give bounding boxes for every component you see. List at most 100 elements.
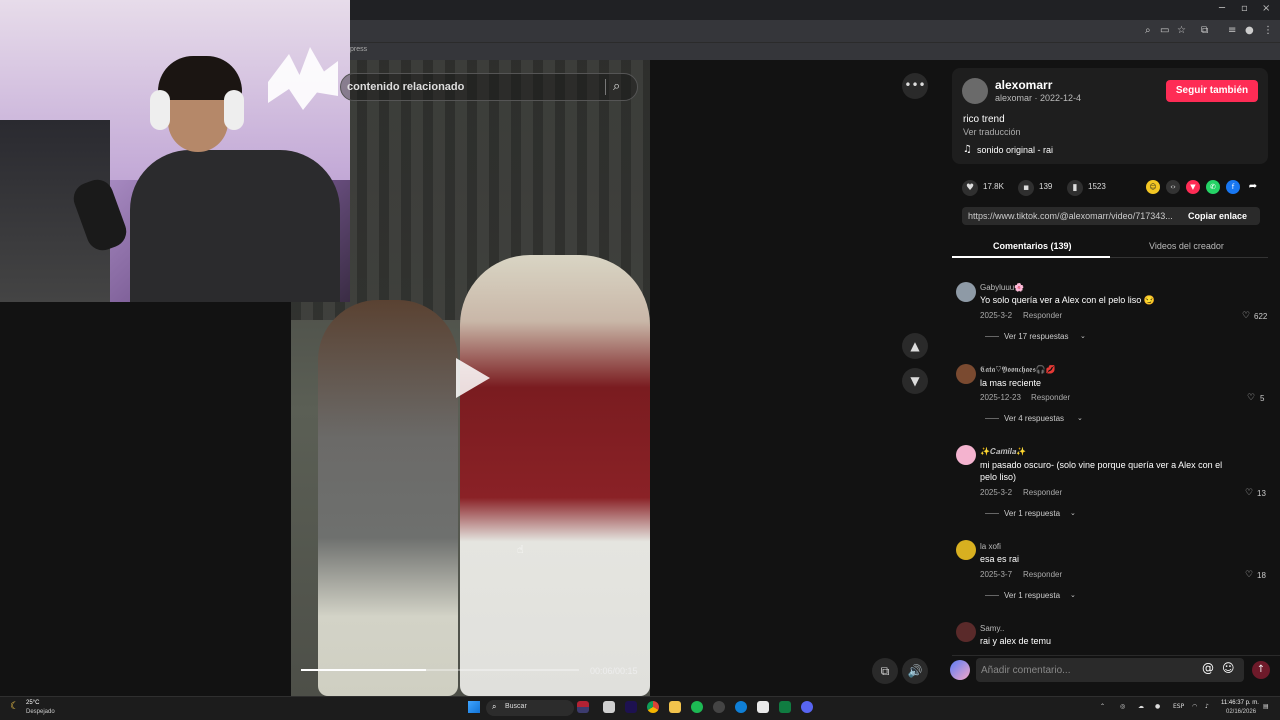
view-replies-button[interactable]: Ver 4 respuestas xyxy=(1004,414,1064,423)
start-button[interactable] xyxy=(468,701,480,713)
heart-icon[interactable]: ♡ xyxy=(1245,488,1253,498)
cast-icon[interactable]: ▭ xyxy=(1160,25,1169,36)
reply-button[interactable]: Responder xyxy=(1023,488,1062,497)
comment-avatar[interactable] xyxy=(956,540,976,560)
comment-avatar[interactable] xyxy=(956,445,976,465)
premiere-icon[interactable] xyxy=(625,701,637,713)
send-icon[interactable]: ▼ xyxy=(1186,180,1200,194)
media-icon[interactable]: ≡ xyxy=(1228,25,1236,36)
browser-tab[interactable] xyxy=(350,0,910,20)
mic-icon[interactable]: ● xyxy=(1155,703,1160,710)
share-arrow-icon[interactable]: ➦ xyxy=(1246,180,1260,194)
weather-temp[interactable]: 25°C xyxy=(26,700,39,706)
mention-icon[interactable]: @ xyxy=(1202,661,1214,675)
video-url[interactable]: https://www.tiktok.com/@alexomarr/video/… xyxy=(968,211,1178,221)
notifications-icon[interactable]: ▤ xyxy=(1263,703,1269,710)
friends-share-icon[interactable]: ☺ xyxy=(1146,180,1160,194)
chevron-down-icon[interactable]: ⌄ xyxy=(1080,332,1086,340)
profile-icon[interactable]: ● xyxy=(1245,25,1254,36)
see-translation-link[interactable]: Ver traducción xyxy=(963,127,1021,137)
emoji-icon[interactable]: ☺ xyxy=(1222,661,1235,675)
chevron-up-icon[interactable]: ⌃ xyxy=(1100,703,1105,710)
cloud-icon[interactable]: ☁ xyxy=(1138,703,1144,710)
comment-date: 2025-12-23 xyxy=(980,393,1021,402)
maximize-button[interactable]: ▫ xyxy=(1241,3,1248,14)
address-bar[interactable] xyxy=(350,20,1280,42)
facebook-icon[interactable]: f xyxy=(1226,180,1240,194)
bookmark-item[interactable]: press xyxy=(350,46,367,53)
taskbar-search-text[interactable]: Buscar xyxy=(505,703,527,710)
minimize-button[interactable]: ─ xyxy=(1219,3,1225,14)
excel-icon[interactable] xyxy=(779,701,791,713)
author-name[interactable]: alexomarr xyxy=(995,78,1052,92)
follow-button[interactable]: Seguir también xyxy=(1166,80,1258,102)
file-explorer-icon[interactable] xyxy=(669,701,681,713)
language-indicator[interactable]: ESP xyxy=(1173,703,1184,710)
speaker-icon[interactable]: ♪ xyxy=(1205,703,1209,710)
volume-icon[interactable]: 🔊 xyxy=(902,658,928,684)
bookmark-star-icon[interactable]: ☆ xyxy=(1177,25,1186,36)
author-avatar[interactable] xyxy=(962,78,988,104)
clock-time[interactable]: 11:46:37 p. m. xyxy=(1221,700,1259,706)
like-icon[interactable]: ♥ xyxy=(962,180,978,196)
comment-icon[interactable]: ▪ xyxy=(1018,180,1034,196)
heart-icon[interactable]: ♡ xyxy=(1247,393,1255,403)
search-icon[interactable]: ⌕ xyxy=(613,79,629,95)
app-icon[interactable] xyxy=(713,701,725,713)
zoom-icon[interactable]: ⌕ xyxy=(1145,25,1151,36)
related-search-text[interactable]: contenido relacionado xyxy=(347,81,464,93)
embed-icon[interactable]: ‹› xyxy=(1166,180,1180,194)
comment-avatar[interactable] xyxy=(956,364,976,384)
menu-icon[interactable]: ⋮ xyxy=(1263,25,1273,36)
save-icon[interactable]: ▮ xyxy=(1067,180,1083,196)
network-tray-icon[interactable]: ◎ xyxy=(1120,703,1125,710)
music-link[interactable]: sonido original - rai xyxy=(977,145,1053,155)
pip-icon[interactable]: ⧉ xyxy=(872,658,898,684)
comment-username[interactable]: ✨𝑪𝒂𝒎𝒊𝒍𝒂✨ xyxy=(980,447,1026,457)
heart-icon[interactable]: ♡ xyxy=(1242,311,1250,321)
close-window-button[interactable]: × xyxy=(1262,3,1270,14)
comment-avatar[interactable] xyxy=(956,282,976,302)
comment-username[interactable]: Samy.. xyxy=(980,624,1004,633)
whatsapp-icon[interactable]: ✆ xyxy=(1206,180,1220,194)
comment-username[interactable]: 𝕮𝖆𝖙𝖆♡𝖄𝖔𝖔𝖓𝖈𝖍𝖆𝖊𝖘🎧💋 xyxy=(980,365,1056,375)
webcam-person-shirt xyxy=(130,150,340,302)
extensions-icon[interactable]: ⧉ xyxy=(1201,25,1208,36)
chevron-down-icon[interactable]: ⌄ xyxy=(1070,509,1076,517)
moon-icon[interactable]: ☾ xyxy=(10,701,19,712)
chevron-down-icon[interactable]: ⌄ xyxy=(1070,591,1076,599)
view-replies-button[interactable]: Ver 17 respuestas xyxy=(1004,332,1068,341)
next-video-button[interactable]: ▼ xyxy=(902,368,928,394)
wifi-icon[interactable]: ◠ xyxy=(1192,703,1197,710)
tab-comments[interactable]: Comentarios (139) xyxy=(993,241,1072,251)
taskbar xyxy=(0,696,1280,720)
previous-video-button[interactable]: ▲ xyxy=(902,333,928,359)
discord-icon[interactable] xyxy=(801,701,813,713)
more-options-button[interactable]: ••• xyxy=(902,73,928,99)
play-icon[interactable] xyxy=(456,358,490,398)
taskbar-search[interactable] xyxy=(486,700,574,716)
reply-button[interactable]: Responder xyxy=(1023,570,1062,579)
comment-avatar[interactable] xyxy=(956,622,976,642)
replies-divider xyxy=(985,513,999,514)
task-view-icon[interactable] xyxy=(603,701,615,713)
chrome-icon[interactable] xyxy=(647,701,659,713)
heart-icon[interactable]: ♡ xyxy=(1245,570,1253,580)
view-replies-button[interactable]: Ver 1 respuesta xyxy=(1004,509,1060,518)
view-replies-button[interactable]: Ver 1 respuesta xyxy=(1004,591,1060,600)
search-icon: ⌕ xyxy=(492,702,497,711)
edge-icon[interactable] xyxy=(735,701,747,713)
tab-creator-videos[interactable]: Videos del creador xyxy=(1149,241,1224,251)
copy-link-button[interactable]: Copiar enlace xyxy=(1188,211,1247,221)
reply-button[interactable]: Responder xyxy=(1031,393,1070,402)
store-icon[interactable] xyxy=(757,701,769,713)
chevron-down-icon[interactable]: ⌄ xyxy=(1077,414,1083,422)
comment-username[interactable]: Gabyluuu🌸 xyxy=(980,283,1024,292)
reply-button[interactable]: Responder xyxy=(1023,311,1062,320)
send-comment-button[interactable]: ↑ xyxy=(1252,661,1270,679)
spotify-icon[interactable] xyxy=(691,701,703,713)
comment-username[interactable]: la xofi xyxy=(980,542,1001,551)
video-time: 00:06/00:15 xyxy=(590,666,638,676)
video-caption: rico trend xyxy=(963,114,1005,125)
flag-app-icon[interactable] xyxy=(577,701,589,713)
